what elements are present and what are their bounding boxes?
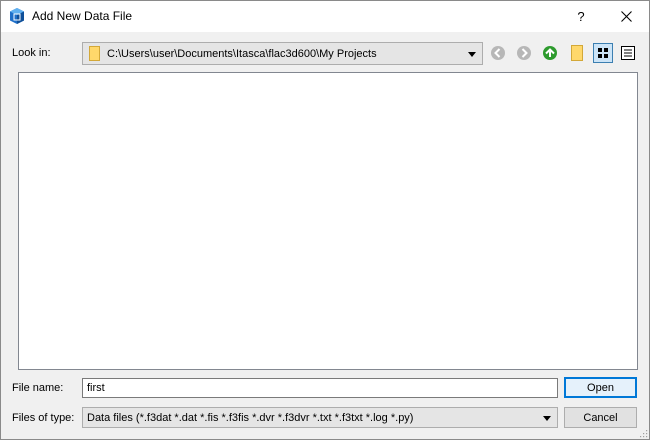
- look-in-combobox[interactable]: C:\Users\user\Documents\Itasca\flac3d600…: [82, 42, 483, 65]
- resize-grip-icon[interactable]: [638, 428, 648, 438]
- look-in-label: Look in:: [12, 47, 51, 59]
- files-of-type-value: Data files (*.f3dat *.dat *.fis *.f3fis …: [87, 411, 414, 424]
- file-list-view[interactable]: [18, 72, 638, 370]
- window-title: Add New Data File: [32, 9, 133, 23]
- chevron-down-icon: [543, 415, 551, 421]
- detail-view-icon[interactable]: [620, 45, 636, 61]
- add-new-data-file-dialog: Add New Data File ? Look in: C:\Users\us…: [0, 0, 650, 440]
- parent-folder-up-icon[interactable]: [542, 45, 558, 61]
- new-folder-icon[interactable]: [569, 45, 585, 61]
- chevron-down-icon: [468, 51, 476, 57]
- help-glyph: ?: [577, 9, 585, 24]
- file-name-label: File name:: [12, 382, 64, 394]
- files-of-type-combobox[interactable]: Data files (*.f3dat *.dat *.fis *.f3fis …: [82, 407, 558, 428]
- back-arrow-icon[interactable]: [490, 45, 506, 61]
- itasca-app-icon: [10, 8, 24, 24]
- close-icon: [621, 11, 632, 22]
- folder-icon: [89, 46, 100, 61]
- list-view-icon: [598, 48, 608, 58]
- list-view-button[interactable]: [593, 43, 613, 63]
- close-button[interactable]: [604, 1, 649, 32]
- cancel-button[interactable]: Cancel: [564, 407, 637, 428]
- files-of-type-label: Files of type:: [12, 412, 75, 424]
- look-in-path: C:\Users\user\Documents\Itasca\flac3d600…: [107, 47, 377, 60]
- open-button[interactable]: Open: [564, 377, 637, 398]
- file-name-input[interactable]: [82, 378, 558, 398]
- title-bar: Add New Data File ?: [1, 1, 649, 32]
- help-button[interactable]: ?: [559, 1, 603, 32]
- forward-arrow-icon[interactable]: [516, 45, 532, 61]
